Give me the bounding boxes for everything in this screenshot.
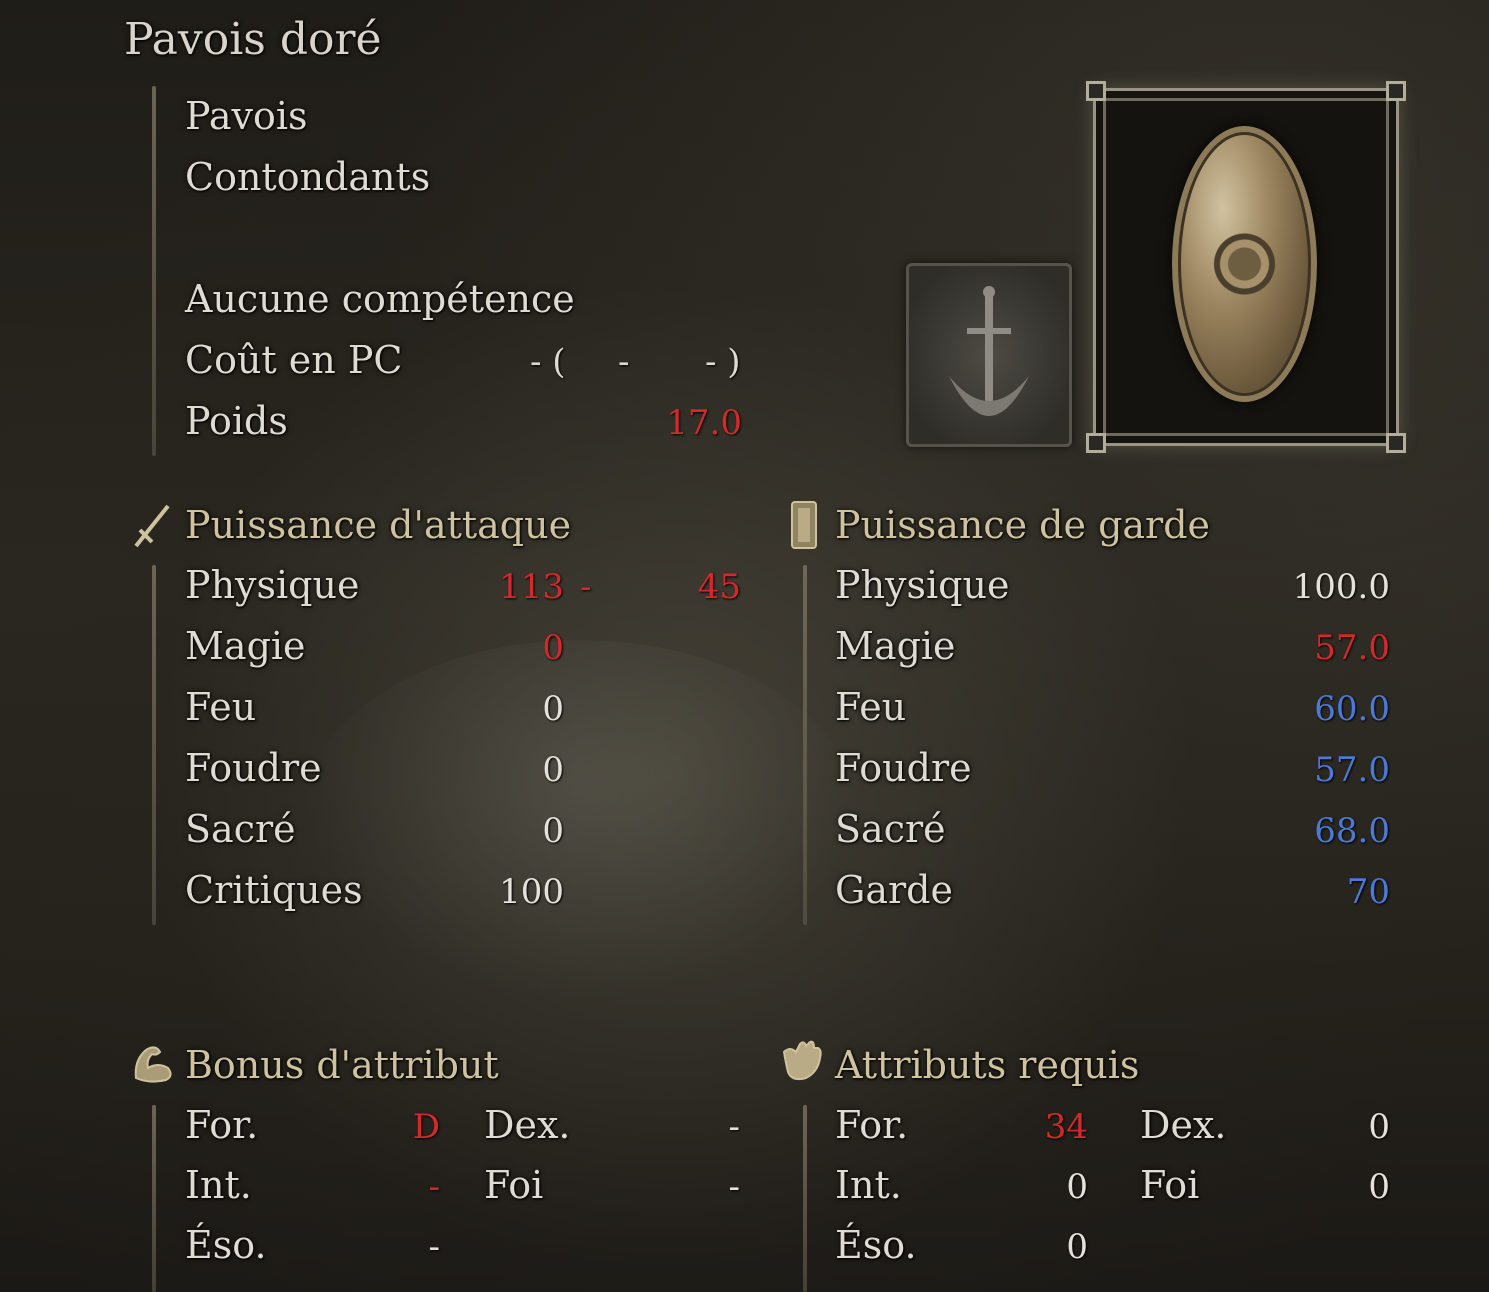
- attack-value-feu: 0: [542, 689, 564, 729]
- bonus-label-fai: Foi: [484, 1163, 544, 1207]
- attack-title: Puissance d'attaque: [185, 503, 572, 547]
- bonus-label-dex: Dex.: [484, 1103, 571, 1147]
- weight-label: Poids: [185, 399, 288, 443]
- skill-name: Aucune compétence: [185, 277, 575, 321]
- bonus-value-str: D: [412, 1107, 440, 1147]
- background-figure: [300, 640, 860, 1000]
- golden-shield-icon: [1172, 126, 1317, 402]
- guard-value-feu: 60.0: [1314, 689, 1390, 729]
- attack-value-magie: 0: [542, 628, 564, 668]
- req-label-str: For.: [835, 1103, 909, 1147]
- bonus-value-fai: -: [728, 1167, 741, 1207]
- guard-label-foudre: Foudre: [835, 746, 972, 790]
- req-label-arc: Éso.: [835, 1223, 917, 1267]
- attack-label-feu: Feu: [185, 685, 257, 729]
- guard-label-garde: Garde: [835, 868, 953, 912]
- weight-value: 17.0: [666, 403, 742, 443]
- guard-value-physique: 100.0: [1292, 567, 1390, 607]
- attack-value-physique: 113: [499, 567, 564, 607]
- divider-line: [152, 86, 156, 456]
- attack-label-physique: Physique: [185, 563, 360, 607]
- req-value-str: 34: [1044, 1107, 1088, 1147]
- divider-line: [152, 1105, 156, 1292]
- req-value-fai: 0: [1368, 1167, 1390, 1207]
- damage-type: Contondants: [185, 155, 431, 199]
- attack-value-sacre: 0: [542, 811, 564, 851]
- attack-value-separator: -: [580, 567, 592, 607]
- guard-label-feu: Feu: [835, 685, 907, 729]
- req-label-int: Int.: [835, 1163, 902, 1207]
- req-value-dex: 0: [1368, 1107, 1390, 1147]
- bonus-label-str: For.: [185, 1103, 259, 1147]
- arm-icon: [134, 1046, 172, 1083]
- req-label-dex: Dex.: [1140, 1103, 1227, 1147]
- fp-cost-close: - ): [705, 342, 741, 382]
- bonus-value-dex: -: [728, 1107, 741, 1147]
- requirements-title: Attributs requis: [835, 1043, 1140, 1087]
- bonus-title: Bonus d'attribut: [185, 1043, 499, 1087]
- attack-label-critiques: Critiques: [185, 868, 363, 912]
- sword-emblem-icon: [949, 286, 1029, 416]
- bonus-value-arc: -: [428, 1227, 441, 1267]
- guard-label-sacre: Sacré: [835, 807, 946, 851]
- guard-label-magie: Magie: [835, 624, 956, 668]
- divider-line: [152, 565, 156, 925]
- divider-line: [803, 1105, 807, 1292]
- attack-value-critiques: 100: [499, 872, 564, 912]
- bonus-label-arc: Éso.: [185, 1223, 267, 1267]
- item-type: Pavois: [185, 94, 308, 138]
- guard-label-physique: Physique: [835, 563, 1010, 607]
- divider-line: [803, 565, 807, 925]
- sword-icon: [134, 504, 170, 548]
- item-name: Pavois doré: [124, 14, 382, 65]
- guard-value-magie: 57.0: [1314, 628, 1390, 668]
- attack-value-physique-2: 45: [697, 567, 741, 607]
- bonus-value-int: -: [428, 1167, 441, 1207]
- guard-value-foudre: 57.0: [1314, 750, 1390, 790]
- attack-label-magie: Magie: [185, 624, 306, 668]
- attack-label-sacre: Sacré: [185, 807, 296, 851]
- attack-value-foudre: 0: [542, 750, 564, 790]
- bonus-label-int: Int.: [185, 1163, 252, 1207]
- guard-value-garde: 70: [1346, 872, 1390, 912]
- fp-cost-label: Coût en PC: [185, 338, 403, 382]
- fp-cost-mid: -: [618, 342, 630, 382]
- attack-label-foudre: Foudre: [185, 746, 322, 790]
- req-label-fai: Foi: [1140, 1163, 1200, 1207]
- req-value-arc: 0: [1066, 1227, 1088, 1267]
- hand-icon: [782, 1040, 822, 1081]
- fp-cost-open: - (: [530, 342, 566, 382]
- guard-title: Puissance de garde: [835, 503, 1211, 547]
- skill-image: [906, 263, 1072, 447]
- req-value-int: 0: [1066, 1167, 1088, 1207]
- shield-icon: [791, 501, 817, 549]
- guard-value-sacre: 68.0: [1314, 811, 1390, 851]
